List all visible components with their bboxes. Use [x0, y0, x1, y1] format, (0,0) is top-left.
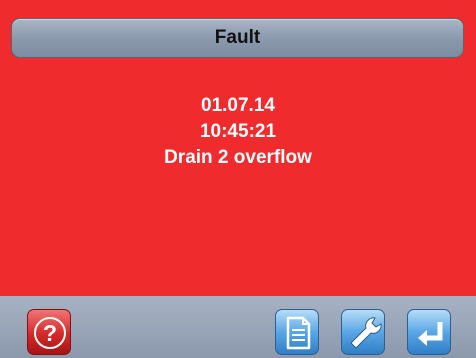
fault-screen: Fault 01.07.14 10:45:21 Drain 2 overflow…	[0, 0, 476, 358]
fault-message: 01.07.14 10:45:21 Drain 2 overflow	[0, 93, 476, 171]
wrench-icon	[350, 317, 382, 349]
bottom-toolbar: ?	[0, 296, 476, 358]
fault-time: 10:45:21	[199, 121, 277, 142]
document-icon	[286, 316, 311, 350]
service-button[interactable]	[341, 309, 385, 355]
fault-description: Drain 2 overflow	[164, 147, 312, 168]
enter-button[interactable]	[407, 309, 451, 355]
enter-icon	[418, 322, 443, 346]
document-button[interactable]	[275, 309, 319, 355]
help-button[interactable]: ?	[27, 309, 71, 355]
title-bar: Fault	[11, 18, 464, 58]
page-title: Fault	[214, 27, 261, 48]
fault-date: 01.07.14	[201, 95, 275, 116]
help-icon: ?	[34, 317, 66, 349]
